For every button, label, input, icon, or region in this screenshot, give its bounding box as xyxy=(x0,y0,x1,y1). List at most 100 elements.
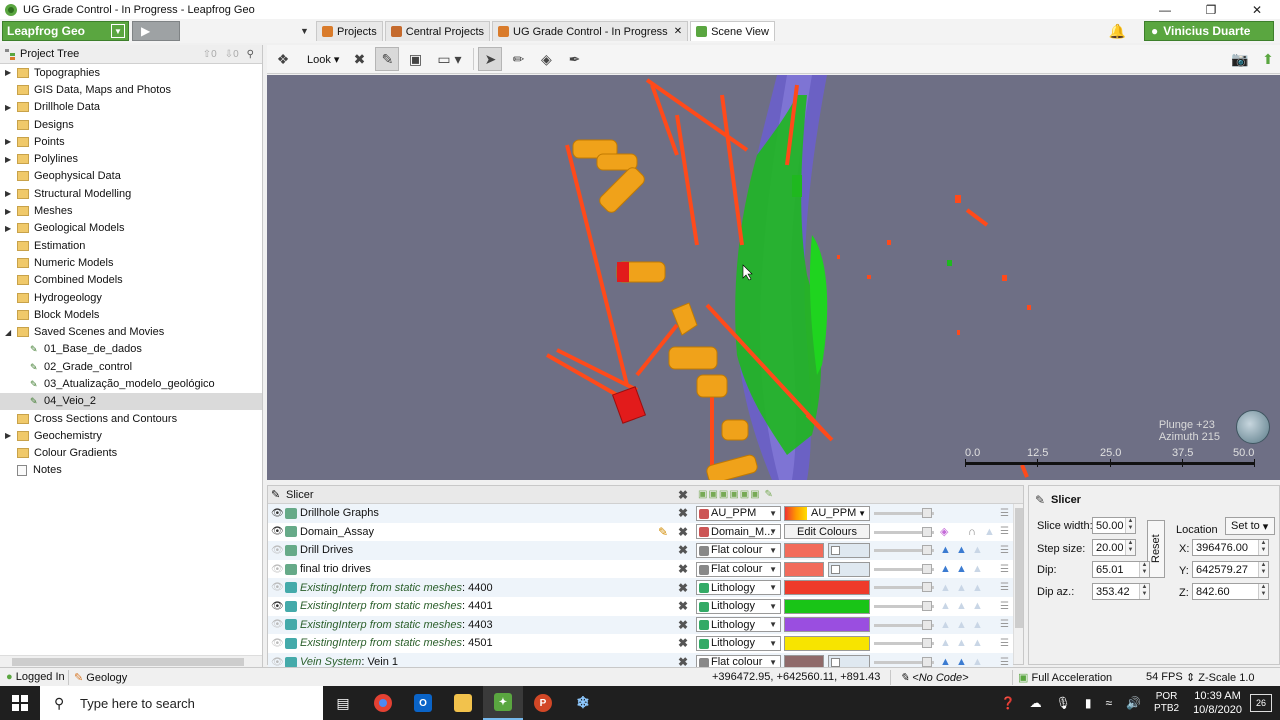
tree-item[interactable]: ▶ Meshes xyxy=(0,202,262,219)
saved-scene-item[interactable]: ✎ 01_Base_de_dados xyxy=(0,341,262,358)
tree-item[interactable]: Colour Gradients xyxy=(0,445,262,462)
tab-scene-view[interactable]: Scene View xyxy=(690,21,775,41)
tree-item[interactable]: ▶ Structural Modelling xyxy=(0,185,262,202)
render-mode-icon[interactable]: ▲ xyxy=(940,600,951,612)
slider-handle[interactable] xyxy=(922,656,932,667)
properties-list-icon[interactable]: ☰ xyxy=(1000,545,1009,556)
render-mode-icon[interactable]: ▲ xyxy=(956,544,967,556)
shape-row[interactable]: 👁 ExistingInterp from static meshes: 4403… xyxy=(268,615,1013,635)
slider-handle[interactable] xyxy=(922,638,932,649)
slider-handle[interactable] xyxy=(922,619,932,630)
tree-item[interactable]: Hydrogeology xyxy=(0,289,262,306)
y-coordinate-field[interactable]: 642579.27 ▲ ▼ xyxy=(1192,561,1269,578)
properties-list-icon[interactable]: ☰ xyxy=(1000,657,1009,668)
render-mode-icon[interactable]: ▲ xyxy=(972,637,983,649)
colour-swatch[interactable] xyxy=(784,598,870,614)
slice-width-field[interactable]: 50.00 ▲ ▼ xyxy=(1092,517,1136,534)
bell-icon[interactable]: 🔔 xyxy=(1109,23,1126,40)
slider-handle[interactable] xyxy=(922,582,932,593)
tab-projects[interactable]: Projects xyxy=(316,21,383,41)
tree-item[interactable]: ▶ Points xyxy=(0,133,262,150)
clock[interactable]: 10:39 AM 10/8/2020 xyxy=(1193,689,1242,717)
expand-arrow-icon[interactable]: ▶ xyxy=(5,137,15,146)
tree-item[interactable]: Geophysical Data xyxy=(0,168,262,185)
render-mode-icon[interactable]: ▲ xyxy=(940,619,951,631)
shape-row[interactable]: 👁 Drill Drives ✖ Flat colour ▼ ▲ ▲ ▲ ☰ xyxy=(268,541,1013,560)
colour-by-dropdown[interactable]: Flat colour ▼ xyxy=(696,542,781,558)
opacity-slider[interactable] xyxy=(874,508,934,518)
spin-arrows-icon[interactable]: ▲ ▼ xyxy=(1125,518,1135,533)
opacity-slider[interactable] xyxy=(874,601,934,611)
colour-by-dropdown[interactable]: Lithology ▼ xyxy=(696,635,781,651)
colour-by-dropdown[interactable]: Domain_M... ▼ xyxy=(696,524,781,540)
notifications-button[interactable]: 26 xyxy=(1250,694,1272,712)
opacity-slider[interactable] xyxy=(874,619,934,630)
spin-arrows-icon[interactable]: ▲ ▼ xyxy=(1125,540,1135,555)
colour-swatch[interactable] xyxy=(784,561,824,577)
chrome-icon[interactable] xyxy=(363,686,403,720)
properties-list-icon[interactable]: ☰ xyxy=(1000,564,1009,575)
shape-row[interactable]: 👁 ExistingInterp from static meshes: 4501… xyxy=(268,634,1013,653)
expand-arrow-icon[interactable]: ▶ xyxy=(5,224,15,233)
section-icon[interactable]: ▣ xyxy=(403,47,427,71)
edit-colours-button[interactable]: Edit Colours xyxy=(784,524,870,540)
visibility-eye-icon[interactable]: 👁 xyxy=(271,619,284,630)
opacity-slider[interactable] xyxy=(874,656,934,667)
tree-item[interactable]: Estimation xyxy=(0,237,262,254)
slider-handle[interactable] xyxy=(922,545,932,556)
tree-item[interactable]: GIS Data, Maps and Photos xyxy=(0,81,262,98)
spin-arrows-icon[interactable]: ▲ ▼ xyxy=(1139,562,1149,577)
user-menu-button[interactable]: ● Vinicius Duarte xyxy=(1144,21,1274,41)
spin-arrows-icon[interactable]: ▲ ▼ xyxy=(1258,562,1268,577)
properties-list-icon[interactable]: ☰ xyxy=(1000,582,1009,593)
tab-ug-grade-control[interactable]: UG Grade Control - In Progress ✕ xyxy=(492,21,689,41)
visibility-eye-icon[interactable]: 👁 xyxy=(271,545,284,556)
remove-icon[interactable]: ✖ xyxy=(678,581,688,595)
render-mode-icon[interactable]: ▲ xyxy=(972,600,983,612)
leapfrog-taskbar-icon[interactable]: ✦ xyxy=(483,686,523,720)
file-explorer-icon[interactable] xyxy=(443,686,483,720)
slider-handle[interactable] xyxy=(922,526,932,537)
play-button[interactable]: ▶ xyxy=(132,21,180,41)
forward-button[interactable]: ⇩0 xyxy=(225,49,239,60)
colour-swatch[interactable] xyxy=(784,580,870,596)
x-coordinate-field[interactable]: 396476.00 ▲ ▼ xyxy=(1192,539,1269,556)
colour-swatch[interactable] xyxy=(784,635,870,651)
shape-row[interactable]: 👁 Domain_Assay ✎ ✖ Domain_M... ▼ Edit Colours ◈… xyxy=(268,523,1013,542)
back-button[interactable]: ⇧0 xyxy=(203,49,217,60)
render-mode-icon[interactable]: ▲ xyxy=(940,544,951,556)
code-status[interactable]: ✎ <No Code> xyxy=(900,671,969,684)
checkbox[interactable] xyxy=(831,657,840,667)
task-view-icon[interactable]: ▤ xyxy=(323,686,363,720)
opacity-slider[interactable] xyxy=(874,582,934,593)
colour-by-dropdown[interactable]: AU_PPM ▼ xyxy=(696,505,781,521)
screenshot-camera-icon[interactable]: 📷 xyxy=(1228,47,1252,71)
scrollbar-thumb[interactable] xyxy=(12,658,244,666)
battery-icon[interactable]: ▮ xyxy=(1085,696,1092,710)
export-arrow-icon[interactable]: ⬆ xyxy=(1256,47,1280,71)
tree-item[interactable]: Notes xyxy=(0,462,262,479)
remove-icon[interactable]: ✖ xyxy=(678,525,688,539)
scrollbar-thumb[interactable] xyxy=(1015,508,1023,628)
remove-icon[interactable]: ✖ xyxy=(678,618,688,632)
gradient-swatch[interactable]: AU_PPM ▼ xyxy=(784,505,870,521)
look-dropdown[interactable]: Look ▾ xyxy=(303,53,343,66)
remove-icon[interactable]: ✖ xyxy=(678,599,688,613)
checkbox[interactable] xyxy=(831,545,840,555)
tree-item[interactable]: Designs xyxy=(0,116,262,133)
tree-item[interactable]: Combined Models xyxy=(0,272,262,289)
edit-pencil-icon[interactable]: ✎ xyxy=(658,525,668,539)
horizontal-scrollbar[interactable] xyxy=(0,655,262,667)
transparency-swatch[interactable] xyxy=(828,561,870,577)
properties-list-icon[interactable]: ☰ xyxy=(1000,601,1009,612)
render-mode-icon[interactable]: ▲ xyxy=(940,582,951,594)
tab-central-projects[interactable]: Central Projects xyxy=(384,21,491,41)
properties-list-icon[interactable]: ☰ xyxy=(1000,638,1009,649)
header-tool-icons[interactable]: ▣▣▣▣▣▣ ✎ xyxy=(698,489,774,500)
colour-swatch[interactable] xyxy=(784,617,870,633)
taskbar-search-box[interactable]: ⚲ Type here to search xyxy=(40,686,323,720)
ruler-icon[interactable]: ✏ xyxy=(506,47,530,71)
render-mode-icon[interactable]: ▲ xyxy=(972,619,983,631)
scene-3d-view[interactable]: Plunge +23 Azimuth 215 0.0 12.5 25.0 37.… xyxy=(267,75,1280,480)
mode-status[interactable]: ✎ Geology xyxy=(74,671,127,684)
